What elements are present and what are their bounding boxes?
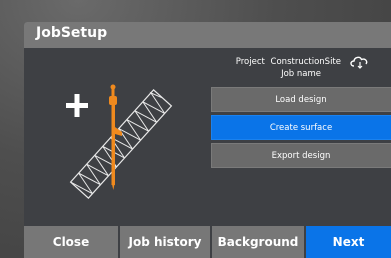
project-label: Project (235, 57, 265, 67)
load-design-button[interactable]: Load design (211, 87, 391, 112)
export-design-button[interactable]: Export design (211, 143, 391, 168)
cloud-sync-icon[interactable] (349, 55, 371, 69)
footer-bar: Close Job history Background Next (24, 226, 391, 258)
close-button[interactable]: Close (24, 226, 118, 258)
background-button[interactable]: Background (212, 226, 304, 258)
window-title: JobSetup (36, 25, 108, 41)
project-row: Project ConstructionSite (181, 56, 341, 68)
add-surface-icon (66, 72, 176, 202)
project-value: ConstructionSite (270, 57, 341, 67)
job-name-label: Job name (281, 69, 321, 79)
job-name-row: Job name (181, 68, 321, 80)
create-surface-button[interactable]: Create surface (211, 115, 391, 140)
jobsetup-screen: JobSetup Project ConstructionSite Job na… (24, 22, 391, 258)
next-button[interactable]: Next (306, 226, 391, 258)
job-history-button[interactable]: Job history (120, 226, 210, 258)
title-bar: JobSetup (24, 22, 391, 48)
